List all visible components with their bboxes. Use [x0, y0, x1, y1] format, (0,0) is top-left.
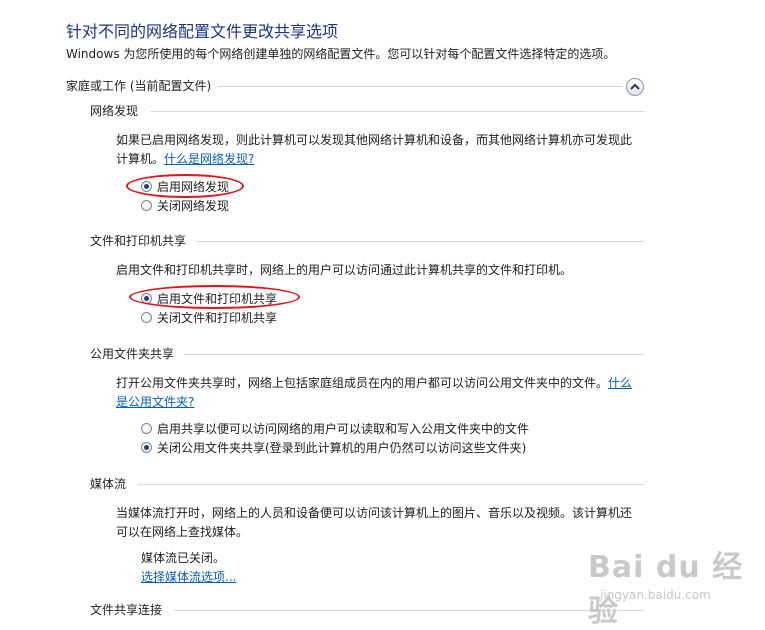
choose-media-streaming-options-link[interactable]: 选择媒体流选项... — [141, 568, 236, 585]
baidu-watermark-logo: Bai du 经验 — [588, 550, 744, 629]
radio-button[interactable] — [141, 422, 152, 434]
radio-button[interactable] — [141, 292, 152, 304]
radio-disable-file-printer-sharing[interactable]: 关闭文件和打印机共享 — [141, 308, 277, 326]
chevron-up-icon — [630, 83, 640, 90]
section-header-media-streaming: 媒体流 — [90, 477, 127, 491]
radio-button[interactable] — [141, 311, 152, 323]
group-divider — [218, 86, 622, 87]
radio-button[interactable] — [141, 199, 152, 211]
section-header-file-printer-sharing: 文件和打印机共享 — [90, 234, 187, 248]
network-discovery-desc: 如果已启用网络发现，则此计算机可以发现其他网络计算机和设备，而其他网络计算机亦可… — [116, 133, 633, 166]
file-printer-sharing-desc: 启用文件和打印机共享时，网络上的用户可以访问通过此计算机共享的文件和打印机。 — [116, 263, 573, 277]
section-header-file-sharing-connections: 文件共享连接 — [90, 603, 163, 617]
section-divider — [196, 241, 645, 242]
section-header-public-folder-sharing: 公用文件夹共享 — [90, 347, 175, 361]
collapse-button[interactable] — [626, 78, 644, 96]
radio-enable-public-folder-sharing[interactable]: 启用共享以便可以访问网络的用户可以读取和写入公用文件夹中的文件 — [141, 419, 529, 437]
radio-disable-public-folder-sharing[interactable]: 关闭公用文件夹共享(登录到此计算机的用户仍然可以访问这些文件夹) — [141, 438, 526, 456]
radio-enable-file-printer-sharing[interactable]: 启用文件和打印机共享 — [141, 289, 277, 307]
section-divider — [184, 354, 645, 355]
radio-button[interactable] — [141, 441, 152, 453]
media-streaming-status: 媒体流已关闭。 — [141, 551, 226, 565]
section-divider — [174, 610, 645, 611]
section-header-network-discovery: 网络发现 — [90, 104, 139, 118]
public-folder-sharing-desc: 打开公用文件夹共享时，网络上包括家庭组成员在内的用户都可以访问公用文件夹中的文件… — [116, 376, 633, 409]
section-divider — [138, 484, 645, 485]
intro-text: Windows 为您所使用的每个网络创建单独的网络配置文件。您可以针对每个配置文… — [66, 47, 616, 61]
page-title: 针对不同的网络配置文件更改共享选项 — [66, 22, 339, 41]
media-streaming-desc: 当媒体流打开时，网络上的人员和设备便可以访问该计算机上的图片、音乐以及视频。该计… — [116, 506, 633, 539]
baidu-watermark-url: jingyan.baidu.com — [600, 588, 711, 602]
radio-enable-network-discovery[interactable]: 启用网络发现 — [141, 177, 229, 195]
what-is-network-discovery-link[interactable]: 什么是网络发现? — [164, 152, 254, 166]
radio-disable-network-discovery[interactable]: 关闭网络发现 — [141, 196, 229, 214]
radio-button[interactable] — [141, 180, 152, 192]
section-divider — [150, 111, 645, 112]
group-header-home-work: 家庭或工作 (当前配置文件) — [66, 79, 212, 93]
